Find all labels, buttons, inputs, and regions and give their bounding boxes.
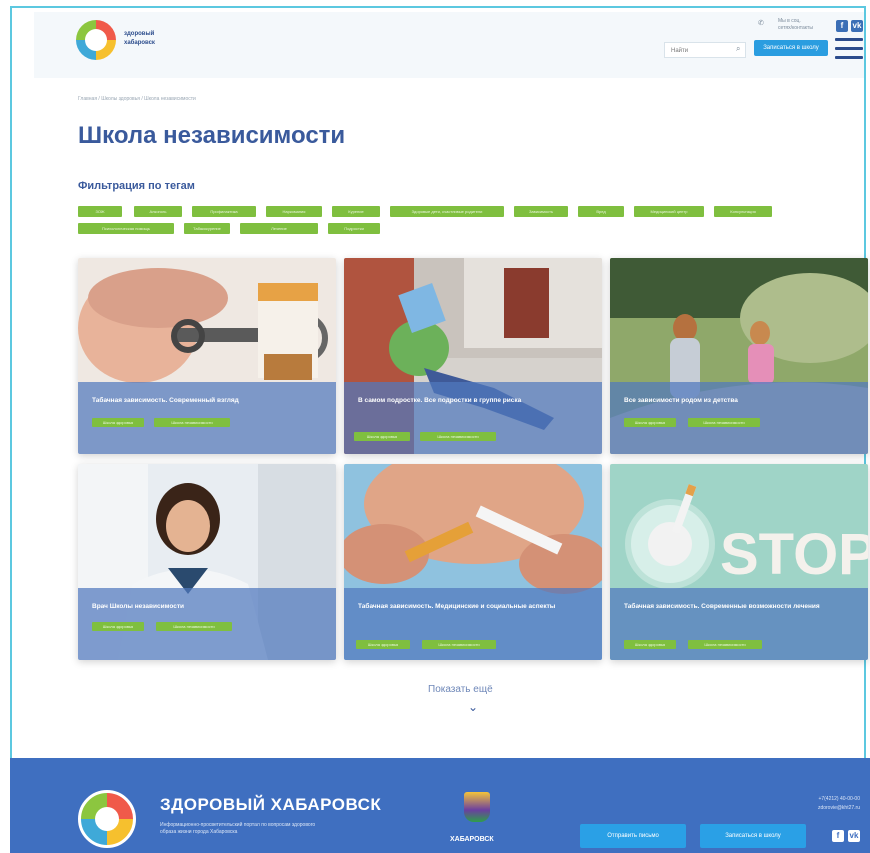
footer-enroll-button[interactable]: Записаться в школу: [700, 824, 806, 848]
card-title[interactable]: Табачная зависимость. Медицинские и соци…: [358, 602, 583, 611]
card-tag[interactable]: Школа независимости: [156, 622, 232, 631]
site-logo-icon[interactable]: [76, 20, 116, 60]
card-overlay: Табачная зависимость. Современные возмож…: [610, 588, 868, 660]
card-title[interactable]: Врач Школы независимости: [92, 602, 317, 611]
tag-filter[interactable]: Здоровые дети, счастливые родители: [390, 206, 504, 217]
article-card[interactable]: Все зависимости родом из детства Школа з…: [610, 258, 868, 454]
card-tag[interactable]: Школа здоровья: [356, 640, 410, 649]
card-tag[interactable]: Школа независимости: [420, 432, 496, 441]
article-card[interactable]: STOP Табачная зависимость. Современные в…: [610, 464, 868, 660]
tag-filter[interactable]: Алкоголь: [134, 206, 182, 217]
tag-filter[interactable]: Вред: [578, 206, 624, 217]
tag-filter[interactable]: Профилактика: [192, 206, 256, 217]
article-card[interactable]: Табачная зависимость. Медицинские и соци…: [344, 464, 602, 660]
footer-logo-icon[interactable]: [78, 790, 136, 848]
tag-filter[interactable]: ЗОЖ: [78, 206, 122, 217]
card-title[interactable]: Все зависимости родом из детства: [624, 396, 849, 405]
card-overlay: Все зависимости родом из детства Школа з…: [610, 382, 868, 454]
city-emblem-icon: [464, 792, 490, 822]
card-overlay: Табачная зависимость. Медицинские и соци…: [344, 588, 602, 660]
card-tag[interactable]: Школа здоровья: [624, 640, 676, 649]
chevron-down-icon[interactable]: ⌄: [468, 700, 478, 714]
footer-vk-icon[interactable]: vk: [848, 830, 860, 842]
tag-filter[interactable]: Консультация: [714, 206, 772, 217]
card-title[interactable]: Табачная зависимость. Современные возмож…: [624, 602, 849, 611]
tag-filter[interactable]: Зависимость: [514, 206, 568, 217]
contacts-icon: ✆: [758, 20, 764, 27]
card-overlay: В самом подростке. Все подростки в групп…: [344, 382, 602, 454]
logo-text-line1: здоровый: [124, 31, 155, 37]
card-tag[interactable]: Школа здоровья: [92, 418, 144, 427]
card-overlay: Врач Школы независимости Школа здоровья …: [78, 588, 336, 660]
send-letter-button[interactable]: Отправить письмо: [580, 824, 686, 848]
card-tag[interactable]: Школа независимости: [688, 418, 760, 427]
card-tag[interactable]: Школа независимости: [688, 640, 762, 649]
tag-filter[interactable]: Медицинский центр: [634, 206, 704, 217]
card-title[interactable]: Табачная зависимость. Современный взгляд: [92, 396, 317, 405]
svg-text:STOP: STOP: [720, 522, 868, 587]
footer-contacts: +7(4212) 40-00-00 zdorovie@kht27.ru: [790, 795, 860, 813]
contacts-line1: Мы в соц.: [778, 18, 801, 24]
card-tag[interactable]: Школа независимости: [154, 418, 230, 427]
tag-filter[interactable]: Психологическая помощь: [78, 223, 174, 234]
card-overlay: Табачная зависимость. Современный взгляд…: [78, 382, 336, 454]
footer-title: ЗДОРОВЫЙ ХАБАРОВСК: [160, 795, 382, 814]
search-input[interactable]: Найти: [664, 42, 746, 58]
header-contacts[interactable]: Мы в соц. сетях/контакты: [778, 18, 813, 32]
enroll-button[interactable]: Записаться в школу: [754, 40, 828, 56]
tag-filter[interactable]: Лечение: [240, 223, 318, 234]
article-card[interactable]: В самом подростке. Все подростки в групп…: [344, 258, 602, 454]
tag-filter[interactable]: Наркомания: [266, 206, 322, 217]
tag-filter[interactable]: Табакокурение: [184, 223, 230, 234]
card-tag[interactable]: Школа независимости: [422, 640, 496, 649]
tag-filter[interactable]: Курение: [332, 206, 380, 217]
breadcrumb[interactable]: Главная / Школы здоровья / Школа независ…: [78, 96, 196, 102]
card-tag[interactable]: Школа здоровья: [354, 432, 410, 441]
footer-phone[interactable]: +7(4212) 40-00-00: [790, 795, 860, 804]
card-title[interactable]: В самом подростке. Все подростки в групп…: [358, 396, 583, 405]
search-icon[interactable]: ⌕: [736, 44, 740, 54]
footer-email[interactable]: zdorovie@kht27.ru: [790, 804, 860, 813]
logo-text-line2: хабаровск: [124, 40, 155, 46]
vk-icon[interactable]: vk: [851, 20, 863, 32]
footer-facebook-icon[interactable]: f: [832, 830, 844, 842]
card-tag[interactable]: Школа здоровья: [624, 418, 676, 427]
footer-description: Информационно-просветительский портал по…: [160, 822, 316, 835]
footer-city: ХАБАРОВСК: [450, 836, 494, 843]
article-card[interactable]: Табачная зависимость. Современный взгляд…: [78, 258, 336, 454]
contacts-line2: сетях/контакты: [778, 25, 813, 31]
show-more-link[interactable]: Показать ещё: [428, 684, 493, 695]
site-logo-text[interactable]: здоровый хабаровск: [124, 30, 155, 48]
page-title: Школа независимости: [78, 122, 346, 149]
tag-filter[interactable]: Подростки: [328, 223, 380, 234]
card-tag[interactable]: Школа здоровья: [92, 622, 144, 631]
facebook-icon[interactable]: f: [836, 20, 848, 32]
article-card[interactable]: Врач Школы независимости Школа здоровья …: [78, 464, 336, 660]
hamburger-menu-icon[interactable]: [835, 38, 863, 64]
filter-title: Фильтрация по тегам: [78, 180, 195, 192]
